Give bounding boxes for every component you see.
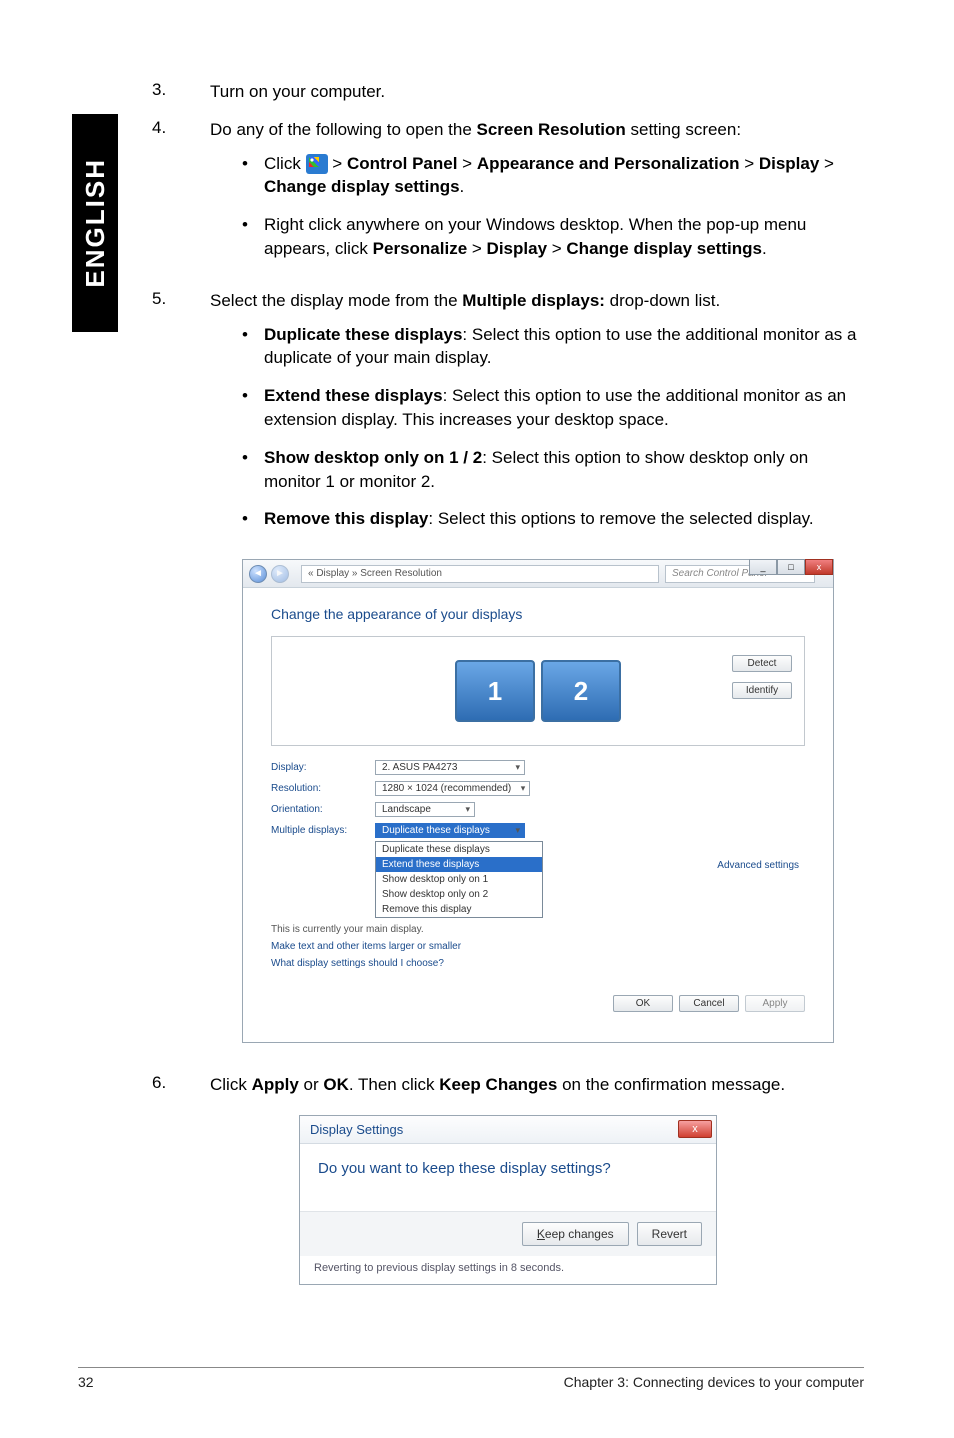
multiple-displays-combo[interactable]: Duplicate these displays [375, 823, 525, 838]
address-bar[interactable]: « Display » Screen Resolution [301, 565, 659, 583]
s4b1-sep4: > [819, 154, 834, 173]
s4b1-sep2: > [457, 154, 476, 173]
s5-intro-b: Multiple displays: [462, 291, 605, 310]
minimize-button[interactable]: _ [749, 559, 777, 575]
step-4-intro-a: Do any of the following to open the [210, 120, 477, 139]
s5-intro-c: drop-down list. [605, 291, 720, 310]
page-number: 32 [78, 1374, 94, 1390]
s4b2-sep1: > [467, 239, 486, 258]
nav-forward-icon[interactable]: ► [271, 565, 289, 583]
monitor-1-icon[interactable]: 1 [455, 660, 535, 722]
s4b1-cp: Control Panel [347, 154, 458, 173]
step-4-bullet-1: Click > Control Panel > Appearance and P… [242, 152, 864, 200]
s4b2-p3: Change display settings [566, 239, 762, 258]
screen-resolution-window: _ □ x ◄ ► « Display » Screen Resolution … [242, 559, 834, 1043]
monitor-2-icon[interactable]: 2 [541, 660, 621, 722]
nav-back-icon[interactable]: ◄ [249, 565, 267, 583]
s6-e: . Then click [349, 1075, 439, 1094]
s5b1-t: Duplicate these displays [264, 325, 462, 344]
dropdown-option-only-1[interactable]: Show desktop only on 1 [376, 872, 542, 887]
windows-start-icon [306, 154, 328, 174]
s4b2-p2: Display [487, 239, 547, 258]
step-5-bullet-2: Extend these displays: Select this optio… [242, 384, 864, 432]
window-controls: _ □ x [749, 559, 833, 575]
dropdown-option-extend[interactable]: Extend these displays [376, 857, 542, 872]
step-5-body: Select the display mode from the Multipl… [210, 289, 864, 545]
s5b2-t: Extend these displays [264, 386, 443, 405]
detect-button[interactable]: Detect [732, 655, 792, 672]
s5-intro-a: Select the display mode from the [210, 291, 462, 310]
s6-c: or [299, 1075, 324, 1094]
s6-a: Click [210, 1075, 252, 1094]
display-settings-dialog: Display Settings x Do you want to keep t… [299, 1115, 717, 1285]
sidebar-language-label: ENGLISH [80, 158, 111, 288]
dropdown-option-only-2[interactable]: Show desktop only on 2 [376, 887, 542, 902]
chapter-label: Chapter 3: Connecting devices to your co… [564, 1374, 864, 1390]
display-combo[interactable]: 2. ASUS PA4273 [375, 760, 525, 775]
s4b1-cs: Change display settings [264, 177, 460, 196]
step-5-bullet-3: Show desktop only on 1 / 2: Select this … [242, 446, 864, 494]
dialog-title-text: Display Settings [310, 1122, 403, 1137]
resolution-combo[interactable]: 1280 × 1024 (recommended) [375, 781, 530, 796]
s4b1-ap: Appearance and Personalization [477, 154, 740, 173]
s5b4-x: : Select this options to remove the sele… [428, 509, 813, 528]
step-5-number: 5. [152, 289, 210, 545]
make-text-larger-link[interactable]: Make text and other items larger or smal… [271, 941, 805, 952]
s5b3-t: Show desktop only on 1 / 2 [264, 448, 482, 467]
step-4-bullet-2: Right click anywhere on your Windows des… [242, 213, 864, 261]
close-button[interactable]: x [805, 559, 833, 575]
step-5-bullet-4: Remove this display: Select this options… [242, 507, 864, 531]
step-6-body: Click Apply or OK. Then click Keep Chang… [210, 1073, 864, 1097]
s4b1-sep3: > [739, 154, 758, 173]
step-3-text: Turn on your computer. [210, 80, 864, 104]
apply-button[interactable]: Apply [745, 995, 805, 1012]
s6-d: OK [323, 1075, 349, 1094]
advanced-settings-link[interactable]: Advanced settings [717, 860, 799, 871]
s4b1-dot: . [460, 177, 465, 196]
s4b2-p1: Personalize [373, 239, 468, 258]
identify-button[interactable]: Identify [732, 682, 792, 699]
step-5-bullet-1: Duplicate these displays: Select this op… [242, 323, 864, 371]
keep-changes-label: eep changes [545, 1227, 614, 1241]
ok-button[interactable]: OK [613, 995, 673, 1012]
s4b1-a: Click [264, 154, 306, 173]
step-6-number: 6. [152, 1073, 210, 1097]
maximize-button[interactable]: □ [777, 559, 805, 575]
what-settings-link[interactable]: What display settings should I choose? [271, 958, 805, 969]
step-3-number: 3. [152, 80, 210, 104]
multiple-displays-dropdown[interactable]: Duplicate these displays Extend these di… [375, 841, 543, 918]
s4b2-sep2: > [547, 239, 566, 258]
s6-g: on the confirmation message. [557, 1075, 785, 1094]
dialog-titlebar: Display Settings x [300, 1116, 716, 1144]
s6-b: Apply [252, 1075, 299, 1094]
dropdown-option-duplicate[interactable]: Duplicate these displays [376, 842, 542, 857]
s4b1-dp: Display [759, 154, 819, 173]
s5b4-t: Remove this display [264, 509, 428, 528]
cancel-button[interactable]: Cancel [679, 995, 739, 1012]
main-display-note: This is currently your main display. [271, 924, 805, 935]
revert-button[interactable]: Revert [637, 1222, 702, 1246]
resolution-label: Resolution: [271, 783, 363, 794]
page-footer: 32 Chapter 3: Connecting devices to your… [78, 1367, 864, 1390]
sidebar-language-tab: ENGLISH [72, 114, 118, 332]
step-4-body: Do any of the following to open the Scre… [210, 118, 864, 275]
keep-changes-button[interactable]: Keep changes [522, 1222, 629, 1246]
dialog-close-button[interactable]: x [678, 1120, 712, 1138]
page-heading: Change the appearance of your displays [271, 606, 805, 622]
s6-f: Keep Changes [439, 1075, 557, 1094]
step-4-intro-c: setting screen: [626, 120, 741, 139]
s4b1-sep1: > [328, 154, 347, 173]
orientation-label: Orientation: [271, 804, 363, 815]
orientation-combo[interactable]: Landscape [375, 802, 475, 817]
step-4-number: 4. [152, 118, 210, 275]
display-label: Display: [271, 762, 363, 773]
step-4-intro-bold: Screen Resolution [477, 120, 626, 139]
dialog-footer-text: Reverting to previous display settings i… [300, 1256, 716, 1284]
multiple-displays-label: Multiple displays: [271, 825, 363, 836]
dropdown-option-remove[interactable]: Remove this display [376, 902, 542, 917]
window-titlebar: ◄ ► « Display » Screen Resolution Search… [243, 560, 833, 588]
monitor-preview-area[interactable]: 1 2 Detect Identify [271, 636, 805, 746]
dialog-question: Do you want to keep these display settin… [318, 1160, 698, 1177]
s4b2-dot: . [762, 239, 767, 258]
